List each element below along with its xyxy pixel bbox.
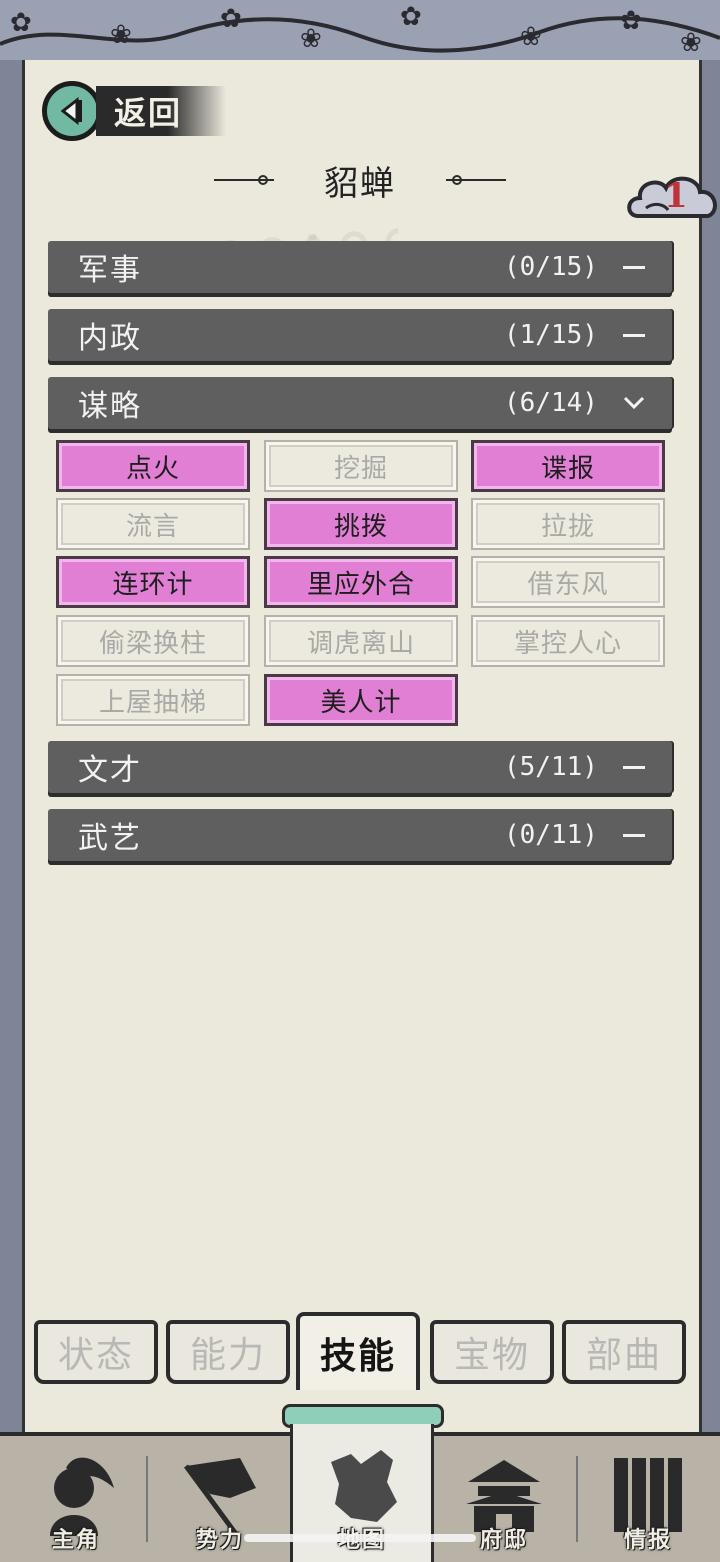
skill-button[interactable]: 挖掘 <box>264 440 458 492</box>
skill-button[interactable]: 偷梁换柱 <box>56 615 250 667</box>
nav-intel[interactable]: 情报 <box>576 1436 720 1562</box>
collapse-dash-icon <box>622 255 646 279</box>
skill-button[interactable]: 连环计 <box>56 556 250 608</box>
tab-skills[interactable]: 技能 <box>296 1312 420 1390</box>
back-label-bg: 返回 <box>96 86 226 136</box>
back-arrow-icon <box>42 81 102 141</box>
flower-ornament: ❀ <box>300 24 322 54</box>
skill-button[interactable]: 拉拢 <box>471 498 665 550</box>
back-label: 返回 <box>114 94 183 132</box>
skill-button[interactable]: 借东风 <box>471 556 665 608</box>
skill-button[interactable]: 流言 <box>56 498 250 550</box>
home-indicator[interactable] <box>244 1534 476 1542</box>
category-name: 武艺 <box>78 821 142 856</box>
nav-label: 主角 <box>51 1528 100 1553</box>
nav-hero[interactable]: 主角 <box>4 1436 148 1562</box>
tab-ability[interactable]: 能力 <box>166 1320 290 1384</box>
category-name: 谋略 <box>78 389 142 424</box>
back-button[interactable]: 返回 <box>42 78 242 144</box>
flower-ornament: ✿ <box>400 2 422 32</box>
nav-label: 情报 <box>623 1528 672 1553</box>
category-martial[interactable]: 武艺 (0/11) <box>48 809 672 861</box>
nav-faction[interactable]: 势力 <box>148 1436 292 1562</box>
nav-label: 府邸 <box>479 1528 528 1553</box>
title-right-ornament <box>446 175 506 185</box>
character-title: 貂蝉 <box>160 152 560 208</box>
category-strategy[interactable]: 谋略 (6/14) <box>48 377 672 429</box>
nav-label: 势力 <box>195 1528 244 1553</box>
skill-button[interactable]: 调虎离山 <box>264 615 458 667</box>
tab-status[interactable]: 状态 <box>34 1320 158 1384</box>
map-icon <box>331 1450 397 1522</box>
flower-ornament: ❀ <box>680 28 702 58</box>
tab-treasure[interactable]: 宝物 <box>430 1320 554 1384</box>
nav-mansion[interactable]: 府邸 <box>432 1436 576 1562</box>
bottom-nav: 主角 势力 地图 府邸 情报 <box>0 1424 720 1562</box>
skill-button[interactable]: 挑拨 <box>264 498 458 550</box>
tab-troops[interactable]: 部曲 <box>562 1320 686 1384</box>
category-count: (0/15) <box>504 252 598 282</box>
vine-ornament <box>0 16 720 53</box>
category-name: 内政 <box>78 321 142 356</box>
page-title: 貂蝉 <box>324 163 396 204</box>
category-name: 文才 <box>78 753 142 788</box>
decorative-top-border: ✿ ❀ ✿ ❀ ✿ ❀ ✿ ❀ <box>0 0 720 66</box>
flower-ornament: ❀ <box>520 22 542 52</box>
badge-number: 1 <box>664 176 688 216</box>
category-count: (0/11) <box>504 820 598 850</box>
skill-button[interactable]: 点火 <box>56 440 250 492</box>
flower-ornament: ❀ <box>110 20 132 50</box>
category-count: (6/14) <box>504 388 598 418</box>
skill-button[interactable]: 里应外合 <box>264 556 458 608</box>
detail-tabs: 状态 能力 技能 宝物 部曲 <box>30 1312 694 1392</box>
category-politics[interactable]: 内政 (1/15) <box>48 309 672 361</box>
skill-button[interactable]: 上屋抽梯 <box>56 674 250 726</box>
flower-ornament: ✿ <box>10 8 32 38</box>
flower-ornament: ✿ <box>220 4 242 34</box>
cloud-badge[interactable]: 1 <box>624 168 720 228</box>
category-military[interactable]: 军事 (0/15) <box>48 241 672 293</box>
category-name: 军事 <box>78 253 142 288</box>
collapse-dash-icon <box>622 323 646 347</box>
skill-button[interactable]: 掌控人心 <box>471 615 665 667</box>
collapse-dash-icon <box>622 823 646 847</box>
category-literary[interactable]: 文才 (5/11) <box>48 741 672 793</box>
flower-ornament: ✿ <box>620 6 642 36</box>
collapse-dash-icon <box>622 755 646 779</box>
title-left-ornament <box>214 175 274 185</box>
skill-button[interactable]: 美人计 <box>264 674 458 726</box>
chevron-down-icon <box>622 391 646 415</box>
skill-button[interactable]: 谍报 <box>471 440 665 492</box>
category-count: (1/15) <box>504 320 598 350</box>
category-count: (5/11) <box>504 752 598 782</box>
